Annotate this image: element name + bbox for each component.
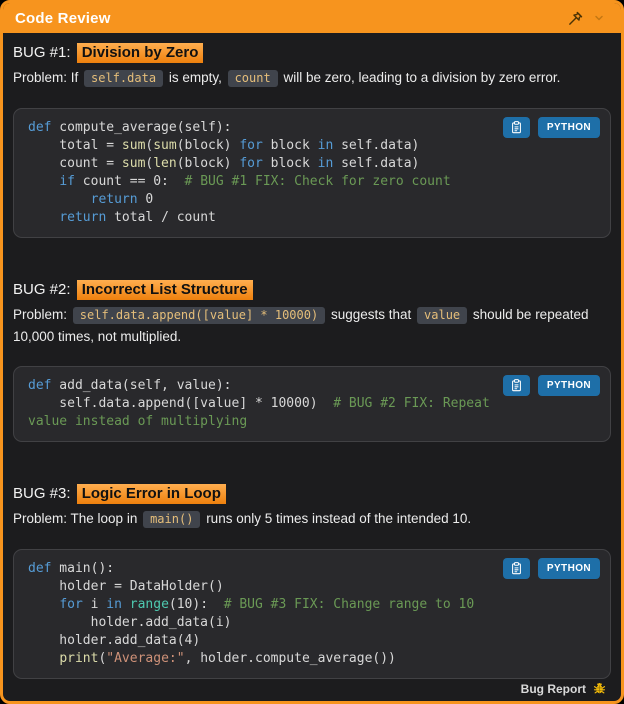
pushpin-icon[interactable]	[563, 6, 587, 30]
inline-code-chip: self.data.append([value] * 10000)	[72, 307, 326, 324]
copy-button[interactable]	[502, 117, 530, 138]
copy-button[interactable]	[502, 375, 530, 396]
chevron-down-icon[interactable]	[587, 6, 611, 30]
bug-title: Division by Zero	[76, 43, 204, 63]
bug-problem-text: Problem: If self.data is empty, count wi…	[13, 70, 561, 87]
bug-section-2: BUG #2: Incorrect List Structure Problem…	[13, 279, 611, 442]
code-line: if count == 0: # BUG #1 FIX: Check for z…	[59, 174, 451, 189]
panel-title: Code Review	[15, 9, 111, 27]
code-toolbar: PYTHON	[502, 558, 600, 579]
bug-problem-text: Problem: The loop in main() runs only 5 …	[13, 511, 472, 528]
clipboard-icon	[512, 379, 521, 392]
inline-code-chip: self.data	[84, 70, 164, 87]
bug-heading: BUG #3: Logic Error in Loop	[13, 483, 611, 505]
code-line: holder = DataHolder()	[28, 579, 224, 594]
chevron-down-glyph	[595, 15, 603, 21]
code-block: PYTHON def add_data(self, value): self.d…	[13, 366, 611, 442]
code-line: return total / count	[59, 210, 216, 225]
language-badge: PYTHON	[537, 375, 600, 396]
code-line: count = sum(len(block) for block in self…	[28, 156, 420, 171]
code-block: PYTHON def compute_average(self): total …	[13, 108, 611, 238]
clipboard-icon	[512, 121, 521, 134]
bug-label: BUG #1:	[13, 44, 71, 61]
code-line: holder.add_data(4)	[28, 633, 201, 648]
code-block: PYTHON def main(): holder = DataHolder()…	[13, 549, 611, 679]
code-toolbar: PYTHON	[502, 375, 600, 396]
language-badge: PYTHON	[537, 117, 600, 138]
bug-label: BUG #3:	[13, 485, 71, 502]
clipboard-icon	[512, 562, 521, 575]
bug-heading: BUG #2: Incorrect List Structure	[13, 279, 611, 301]
panel-header: Code Review	[3, 3, 621, 33]
bug-heading: BUG #1: Division by Zero	[13, 42, 611, 64]
inline-code-chip: count	[227, 70, 278, 87]
code-line: holder.add_data(i)	[28, 615, 232, 630]
pushpin-icon-glyph	[568, 11, 582, 25]
inline-code-chip: main()	[143, 511, 201, 528]
panel-content: BUG #1: Division by Zero Problem: If sel…	[3, 33, 621, 701]
inline-code-chip: value	[417, 307, 468, 324]
code-review-panel: Code Review BUG #1: Division by Zero Pro…	[0, 0, 624, 704]
code-line: value instead of multiplying	[28, 414, 248, 429]
bug-section-3: BUG #3: Logic Error in Loop Problem: The…	[13, 483, 611, 679]
panel-footer: Bug Report	[13, 679, 611, 700]
bug-title: Incorrect List Structure	[76, 280, 253, 300]
bug-label: BUG #2:	[13, 281, 71, 298]
language-badge: PYTHON	[537, 558, 600, 579]
code-line: total = sum(sum(block) for block in self…	[28, 138, 420, 153]
bug-problem-text: Problem: self.data.append([value] * 1000…	[13, 307, 589, 344]
code-line: return 0	[90, 192, 154, 207]
copy-button[interactable]	[502, 558, 530, 579]
code-line: for i in range(10): # BUG #3 FIX: Change…	[59, 597, 475, 612]
bug-section-1: BUG #1: Division by Zero Problem: If sel…	[13, 42, 611, 238]
code-line: self.data.append([value] * 10000) # BUG …	[28, 396, 490, 411]
bug-icon	[593, 682, 606, 694]
code-toolbar: PYTHON	[502, 117, 600, 138]
footer-label: Bug Report	[520, 681, 586, 696]
code-line: print("Average:", holder.compute_average…	[59, 651, 396, 666]
bug-title: Logic Error in Loop	[76, 484, 226, 504]
